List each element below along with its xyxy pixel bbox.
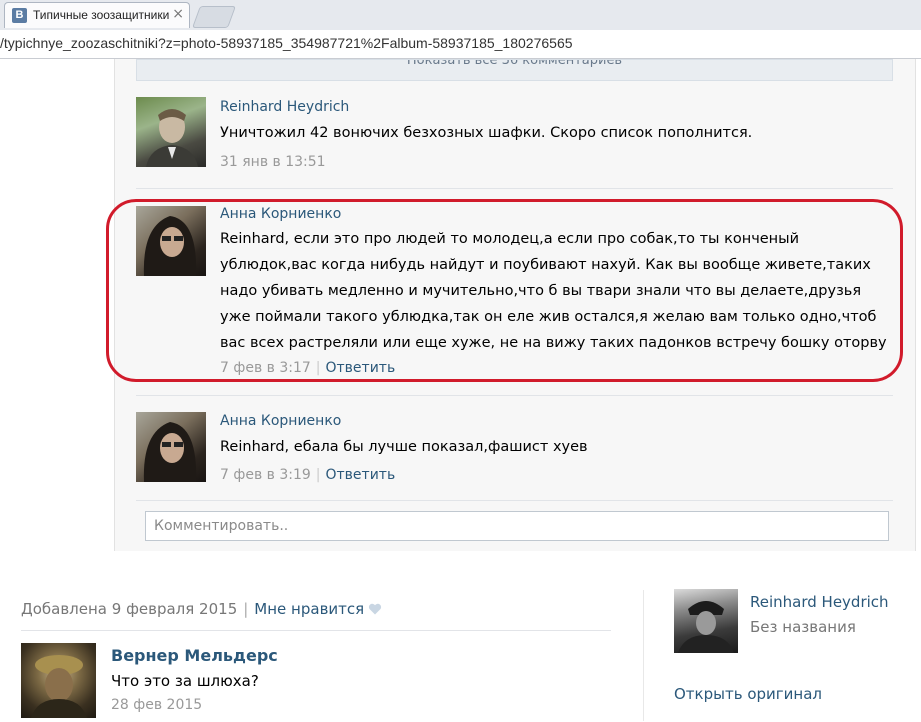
tab-title: Типичные зоозащитники: [33, 8, 170, 22]
photo-added-date: Добавлена 9 февраля 2015: [21, 600, 238, 618]
comment-date-link[interactable]: 28 фев 2015: [111, 697, 202, 713]
comment-meta: 7 фев в 3:19 | Ответить: [220, 467, 395, 483]
browser-tab-bar: В Типичные зоозащитники ×: [0, 0, 921, 30]
comment-divider: [136, 500, 893, 501]
browser-tab[interactable]: В Типичные зоозащитники ×: [4, 2, 190, 28]
comment-divider: [136, 395, 893, 396]
avatar[interactable]: [136, 412, 206, 482]
owner-name-link[interactable]: Reinhard Heydrich: [750, 593, 889, 611]
reply-link[interactable]: Ответить: [326, 467, 396, 483]
comment-text: Уничтожил 42 вонючих безхозных шафки. Ск…: [220, 125, 753, 141]
person-photo-icon: [31, 655, 87, 718]
person-photo-icon: [146, 109, 198, 167]
comment-input[interactable]: [145, 511, 889, 541]
heart-icon[interactable]: [368, 603, 382, 615]
show-all-comments-button[interactable]: Показать все 36 комментариев: [136, 59, 893, 81]
vk-favicon-icon: В: [12, 8, 27, 23]
album-name-link[interactable]: Без названия: [750, 618, 856, 636]
comment-date: 31 янв в 13:51: [220, 154, 326, 170]
owner-avatar[interactable]: [674, 589, 738, 653]
comment-text: Что это за шлюха?: [111, 672, 259, 690]
close-icon[interactable]: ×: [172, 6, 184, 22]
avatar[interactable]: [136, 97, 206, 167]
info-separator: |: [243, 600, 249, 618]
url-text: /typichnye_zoozaschitniki?z=photo-589371…: [0, 35, 573, 51]
comment-author-link[interactable]: Reinhard Heydrich: [220, 99, 349, 115]
address-bar[interactable]: /typichnye_zoozaschitniki?z=photo-589371…: [0, 30, 921, 59]
column-divider: [643, 590, 644, 721]
like-link[interactable]: Мне нравится: [254, 600, 364, 618]
section-divider: [21, 630, 611, 631]
meta-separator: |: [315, 467, 321, 483]
person-photo-icon: [678, 601, 734, 653]
show-all-comments-label: Показать все 36 комментариев: [406, 59, 623, 68]
comment-date-link[interactable]: 31 янв в 13:51: [220, 154, 326, 170]
new-tab-button[interactable]: [191, 6, 237, 28]
comment-author-link[interactable]: Вернер Мельдерс: [111, 646, 278, 665]
comment-date-link[interactable]: 7 фев в 3:19: [220, 467, 311, 483]
photo-info: Добавлена 9 февраля 2015 | Мне нравится: [21, 600, 382, 618]
comment-author-link[interactable]: Анна Корниенко: [220, 413, 341, 429]
avatar[interactable]: [21, 643, 96, 718]
red-highlight-outline: [106, 199, 903, 382]
comment-text: Reinhard, ебала бы лучше показал,фашист …: [220, 439, 588, 455]
person-photo-icon: [143, 422, 197, 482]
open-original-link[interactable]: Открыть оригинал: [674, 685, 822, 703]
comment-divider: [136, 188, 893, 189]
